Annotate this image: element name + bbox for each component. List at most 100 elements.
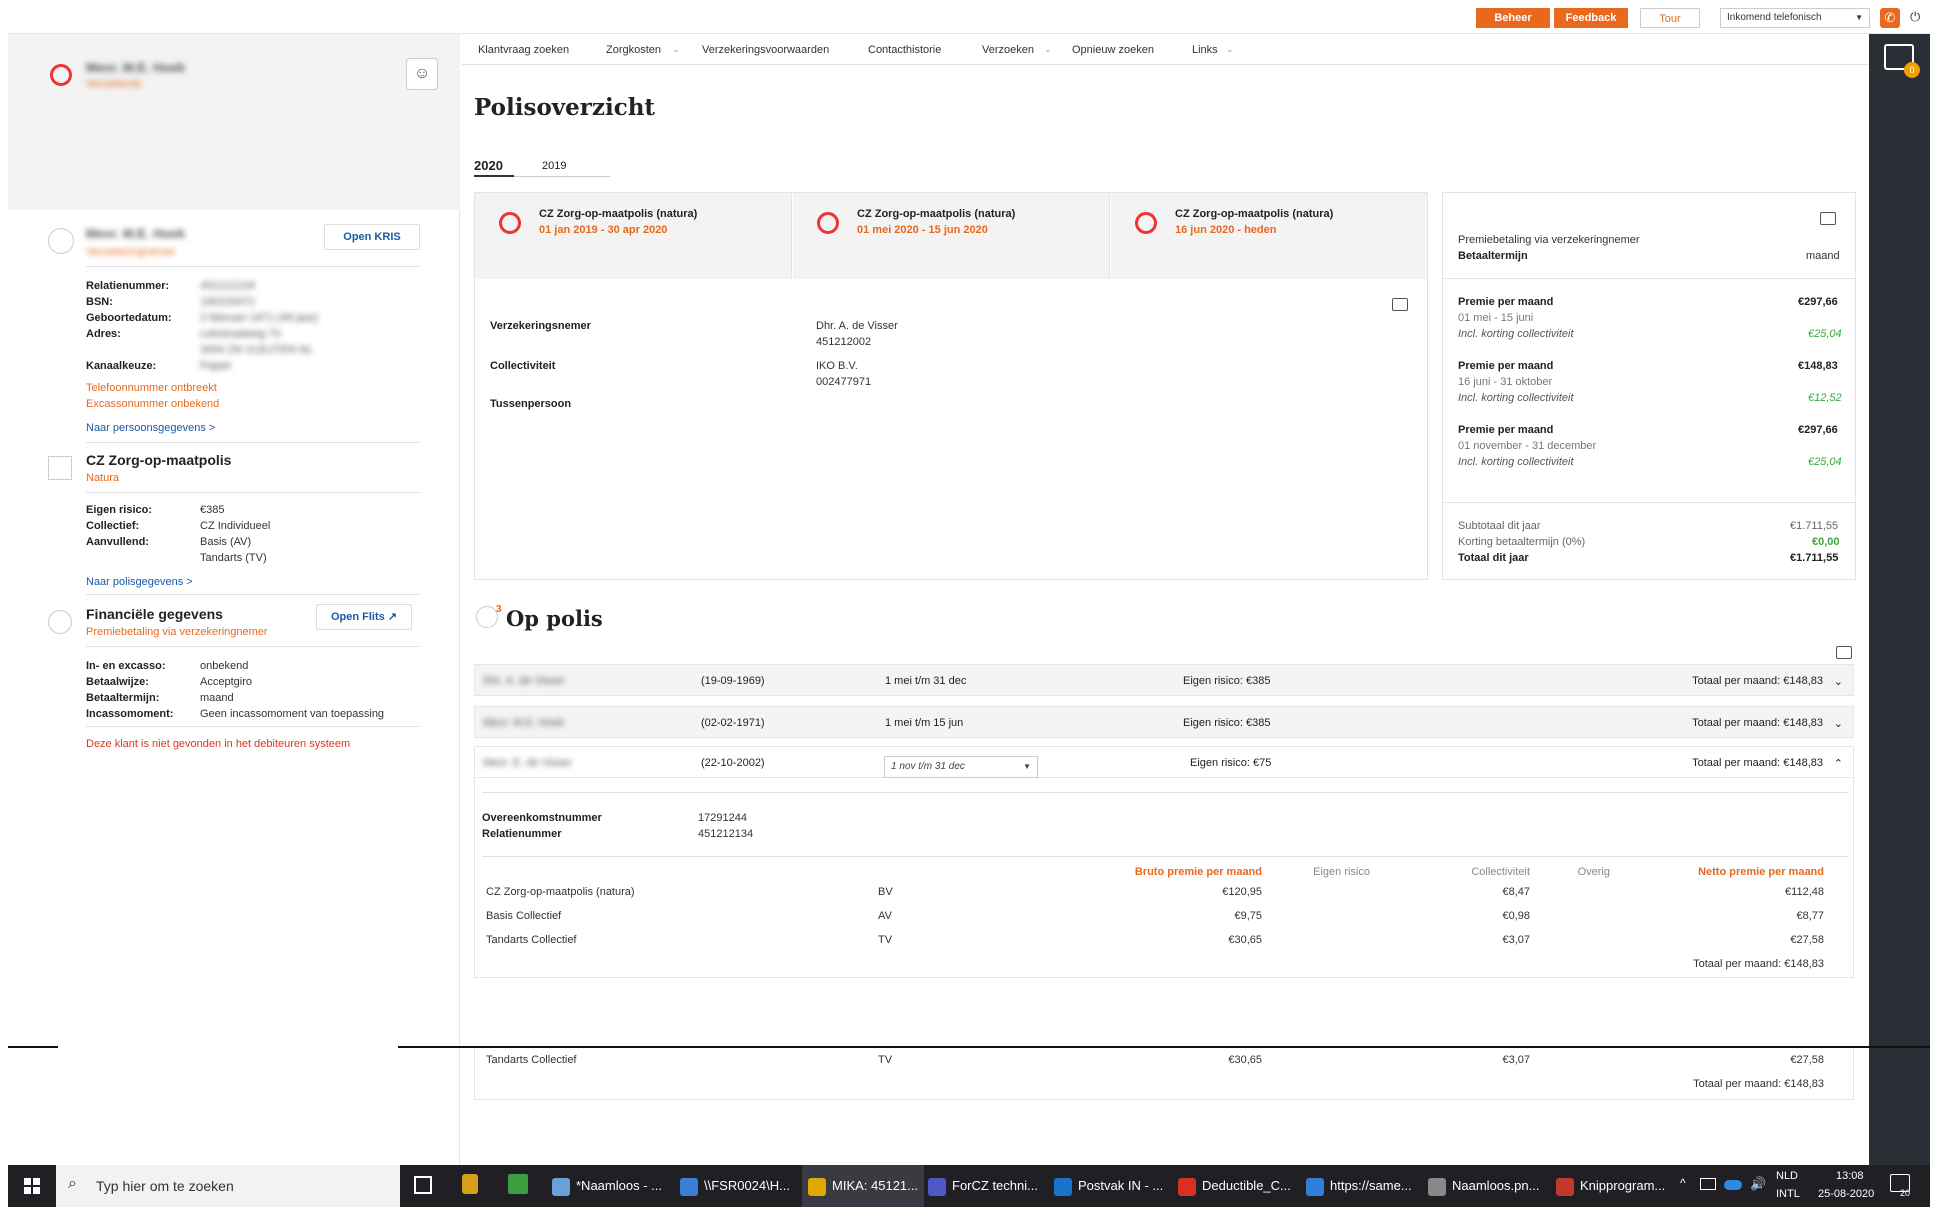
premium-period: 01 mei - 15 juni bbox=[1458, 312, 1534, 324]
insured-eigen-risico: Eigen risico: €75 bbox=[1190, 757, 1272, 769]
nav-item-4[interactable]: Verzoeken bbox=[982, 44, 1034, 56]
field-value: Lekstraatweg 70 bbox=[200, 328, 281, 340]
coverage-code: AV bbox=[878, 910, 892, 922]
repeat-line-coll: €3,07 bbox=[1502, 1054, 1530, 1066]
link-persoonsgegevens[interactable]: Naar persoonsgegevens > bbox=[86, 422, 215, 434]
coverage-name: CZ Zorg-op-maatpolis (natura) bbox=[486, 886, 635, 898]
divider bbox=[86, 442, 420, 443]
col-overig: Overig bbox=[1577, 866, 1610, 878]
korting-value: €0,00 bbox=[1812, 536, 1840, 548]
policy-tab-0[interactable] bbox=[475, 193, 792, 279]
divider bbox=[86, 492, 420, 493]
nav-item-0[interactable]: Klantvraag zoeken bbox=[478, 44, 569, 56]
taskbar-item-3[interactable]: ForCZ techni... bbox=[928, 1165, 1038, 1207]
search-icon: ⌕ bbox=[68, 1175, 77, 1192]
spreadsheet-icon[interactable] bbox=[508, 1174, 528, 1194]
comment-icon[interactable] bbox=[1836, 646, 1852, 659]
windows-start-icon[interactable] bbox=[24, 1178, 40, 1194]
tab-2020[interactable]: 2020 bbox=[474, 158, 503, 173]
link-polisgegevens[interactable]: Naar polisgegevens > bbox=[86, 576, 193, 588]
nav-divider bbox=[462, 64, 1869, 65]
insured-row-1[interactable]: Mevr. M.E. Hoek (02-02-1971) 1 mei t/m 15 … bbox=[474, 706, 1854, 738]
channel-select[interactable]: Inkomend telefonisch ▼ bbox=[1720, 8, 1870, 28]
betaaltermijn-label: Betaaltermijn bbox=[1458, 250, 1528, 262]
open-flits-button[interactable]: Open Flits ↗ bbox=[316, 604, 412, 630]
lang-secondary[interactable]: INTL bbox=[1776, 1188, 1800, 1200]
tray-chevron-icon[interactable]: ^ bbox=[1680, 1176, 1686, 1190]
person-role: Verzekeringnemer bbox=[86, 246, 176, 258]
taskbar-search[interactable]: ⌕ Typ hier om te zoeken bbox=[56, 1165, 400, 1207]
nav-item-1[interactable]: Zorgkosten bbox=[606, 44, 661, 56]
field-label: Eigen risico: bbox=[86, 504, 153, 516]
nav-item-5[interactable]: Opnieuw zoeken bbox=[1072, 44, 1154, 56]
chevron-down-icon[interactable]: ⌄ bbox=[1834, 717, 1843, 730]
field-label: Kanaalkeuze: bbox=[86, 360, 157, 372]
network-icon[interactable] bbox=[1700, 1178, 1716, 1190]
volume-icon[interactable]: 🔊 bbox=[1750, 1176, 1766, 1192]
chevron-up-icon[interactable]: ⌃ bbox=[1834, 757, 1843, 770]
chevron-down-icon[interactable]: ⌄ bbox=[1834, 675, 1843, 688]
power-icon[interactable]: ⏻ bbox=[1910, 9, 1920, 25]
korting-label: Incl. korting collectiviteit bbox=[1458, 328, 1574, 340]
chevron-down-icon: ▼ bbox=[1855, 13, 1863, 22]
taskbar-item-8[interactable]: Knipprogram... bbox=[1556, 1165, 1665, 1207]
customer-switch-icon[interactable]: ☺ bbox=[406, 58, 438, 90]
clock-time[interactable]: 13:08 bbox=[1836, 1170, 1864, 1182]
finance-sub: Premiebetaling via verzekeringnemer bbox=[86, 626, 268, 638]
phone-icon[interactable]: ✆ bbox=[1880, 8, 1900, 28]
taskbar-item-1[interactable]: \\FSR0024\H... bbox=[680, 1165, 790, 1207]
page-title: Polisoverzicht bbox=[474, 94, 656, 121]
comment-icon[interactable] bbox=[1820, 212, 1836, 225]
field-value: Geen incassomoment van toepassing bbox=[200, 708, 385, 720]
field-label: Betaaltermijn: bbox=[86, 692, 160, 704]
chevron-down-icon: ⌄ bbox=[1226, 44, 1234, 54]
field-label: Aanvullend: bbox=[86, 536, 149, 548]
taskbar-item-6[interactable]: https://same... bbox=[1306, 1165, 1412, 1207]
warning-phone: Telefoonnummer ontbreekt bbox=[86, 382, 217, 394]
comment-icon[interactable] bbox=[1392, 298, 1408, 311]
nav-item-6[interactable]: Links bbox=[1192, 44, 1218, 56]
task-view-icon[interactable] bbox=[414, 1176, 432, 1194]
tab-2019[interactable]: 2019 bbox=[542, 160, 566, 172]
insured-row-2[interactable]: Mevr. E. de Visser (22-10-2002) Eigen risi… bbox=[474, 746, 1854, 778]
feedback-button[interactable]: Feedback bbox=[1554, 8, 1628, 28]
taskbar-item-4[interactable]: Postvak IN - ... bbox=[1054, 1165, 1163, 1207]
repeat-line-name: Tandarts Collectief bbox=[486, 1054, 577, 1066]
coverage-collectiviteit: €0,98 bbox=[1502, 910, 1530, 922]
nav-item-2[interactable]: Verzekeringsvoorwaarden bbox=[702, 44, 829, 56]
taskbar-item-label: ForCZ techni... bbox=[952, 1178, 1038, 1193]
field-label: Collectief: bbox=[86, 520, 140, 532]
cloud-icon[interactable] bbox=[1724, 1180, 1742, 1190]
chevron-down-icon: ▼ bbox=[1023, 762, 1031, 771]
taskbar-item-0[interactable]: *Naamloos - ... bbox=[552, 1165, 662, 1207]
insured-row-0[interactable]: Dhr. A. de Visser (19-09-1969) 1 mei t/m 3… bbox=[474, 664, 1854, 696]
period-select[interactable]: 1 nov t/m 31 dec ▼ bbox=[884, 756, 1038, 778]
open-kris-button[interactable]: Open KRIS bbox=[324, 224, 420, 250]
policy-tab-2[interactable] bbox=[1111, 193, 1428, 279]
premiebetaling-text: Premiebetaling via verzekeringnemer bbox=[1458, 234, 1640, 246]
clock-date[interactable]: 25-08-2020 bbox=[1818, 1188, 1874, 1200]
snipping-icon bbox=[1556, 1177, 1574, 1196]
repeat-line-bruto: €30,65 bbox=[1228, 1054, 1262, 1066]
sidebar-header bbox=[8, 34, 460, 210]
taskbar-item-2[interactable]: MIKA: 45121... bbox=[802, 1165, 924, 1207]
nav-item-3[interactable]: Contacthistorie bbox=[868, 44, 941, 56]
field-value: maand bbox=[200, 692, 234, 704]
field-value: onbekend bbox=[200, 660, 249, 672]
insured-eigen-risico: Eigen risico: €385 bbox=[1183, 717, 1271, 729]
seam-gap bbox=[58, 1046, 398, 1048]
taskbar-item-5[interactable]: Deductible_C... bbox=[1178, 1165, 1291, 1207]
tour-button[interactable]: Tour bbox=[1640, 8, 1700, 28]
expanded-total: Totaal per maand: €148,83 bbox=[1693, 958, 1824, 970]
beheer-button[interactable]: Beheer bbox=[1476, 8, 1550, 28]
lock-icon[interactable] bbox=[462, 1174, 478, 1194]
teams-icon bbox=[928, 1177, 946, 1196]
pdf-icon bbox=[1178, 1177, 1196, 1196]
lang-primary[interactable]: NLD bbox=[1776, 1170, 1798, 1182]
taskbar-item-7[interactable]: Naamloos.pn... bbox=[1428, 1165, 1539, 1207]
coverage-name: Tandarts Collectief bbox=[486, 934, 577, 946]
persons-icon bbox=[476, 606, 498, 628]
policy-tab-1[interactable] bbox=[793, 193, 1110, 279]
divider bbox=[482, 792, 1848, 793]
op-polis-title: Op polis bbox=[506, 606, 603, 631]
